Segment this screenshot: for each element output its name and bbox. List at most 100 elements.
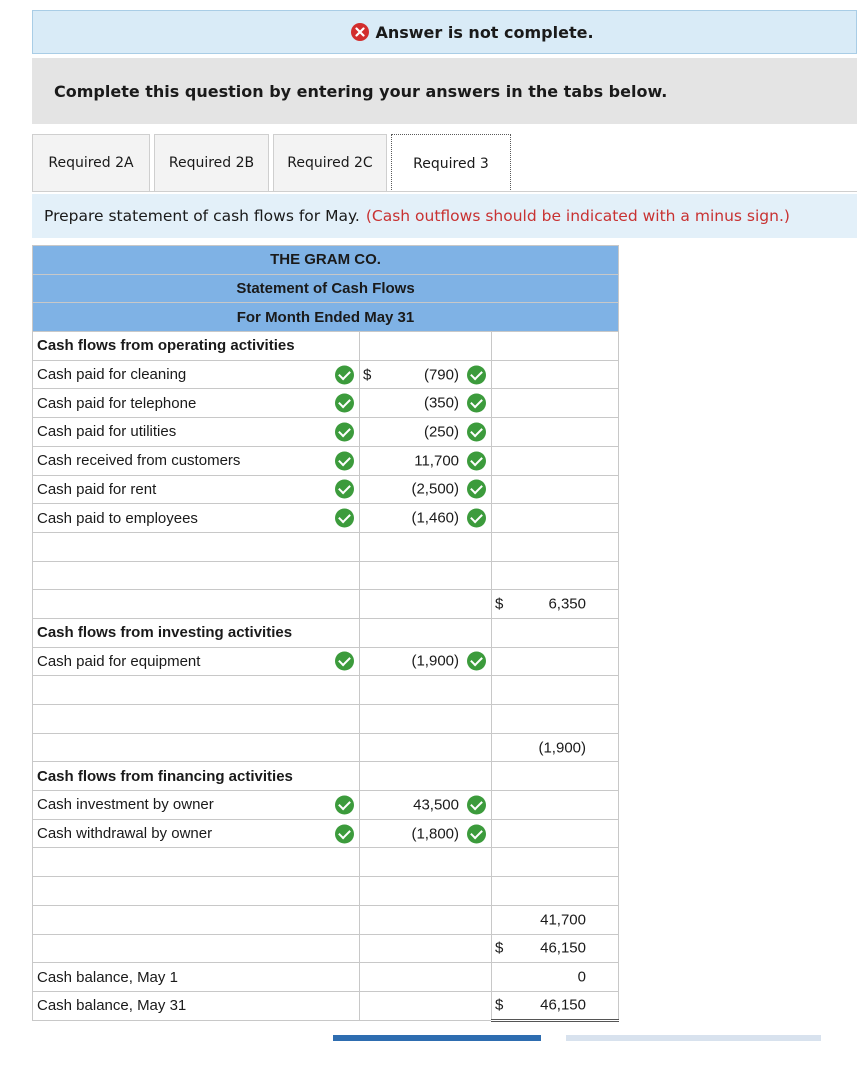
amount-input[interactable] [359, 990, 492, 1021]
amount-input[interactable] [359, 732, 492, 763]
investing-total[interactable]: (1,900) [491, 732, 619, 763]
currency-symbol: $ [363, 366, 372, 384]
total-cell[interactable] [491, 531, 619, 562]
amount-input[interactable]: $ (790) [359, 359, 492, 390]
total-cell[interactable] [491, 675, 619, 705]
table-row: Cash paid for equipment (1,900) [32, 646, 619, 677]
check-icon [335, 393, 354, 413]
prev-tab-button[interactable] [333, 1035, 541, 1041]
tab-required-2c[interactable]: Required 2C [273, 134, 387, 192]
amount-input[interactable] [359, 531, 492, 562]
check-icon [467, 479, 486, 499]
total-cell[interactable] [491, 876, 619, 906]
total-value: 41,700 [540, 911, 586, 929]
table-row: Cash balance, May 1 0 [32, 962, 619, 992]
amount-input[interactable]: (350) [359, 388, 492, 419]
amount-input[interactable]: (250) [359, 417, 492, 447]
amount-input[interactable]: (1,800) [359, 818, 492, 849]
row-label: Cash paid for equipment [37, 652, 201, 670]
row-label: Cash withdrawal by owner [37, 825, 213, 843]
amount-input[interactable] [359, 704, 492, 734]
tab-required-3[interactable]: Required 3 [391, 134, 511, 192]
check-icon [467, 451, 486, 471]
amount-input[interactable]: (1,460) [359, 503, 492, 533]
ending-balance[interactable]: $46,150 [491, 990, 619, 1022]
currency-symbol: $ [495, 595, 504, 613]
amount-input[interactable] [359, 876, 492, 906]
total-cell[interactable] [491, 847, 619, 878]
total-value: 0 [577, 968, 586, 986]
label-input[interactable] [32, 933, 360, 964]
amount-value: (2,500) [411, 480, 459, 498]
total-value: (1,900) [538, 739, 586, 757]
amount-input[interactable] [359, 904, 492, 935]
company-name: THE GRAM CO. [32, 245, 619, 275]
amount-value: 43,500 [413, 796, 459, 814]
label-input[interactable] [32, 560, 360, 591]
check-icon [335, 365, 354, 385]
table-row [32, 704, 619, 734]
amount-input[interactable]: (1,900) [359, 646, 492, 677]
amount-input[interactable] [359, 962, 492, 992]
check-icon [335, 795, 354, 815]
label-input[interactable] [32, 589, 360, 619]
total-cell[interactable] [491, 417, 619, 447]
total-cell[interactable] [491, 388, 619, 419]
total-cell[interactable] [491, 818, 619, 849]
total-cell[interactable] [491, 646, 619, 677]
label-input[interactable] [32, 904, 360, 935]
table-row: 41,700 [32, 904, 619, 935]
beginning-balance-label[interactable]: Cash balance, May 1 [32, 962, 360, 992]
tab-divider [32, 191, 857, 192]
label-input[interactable] [32, 531, 360, 562]
tab-required-2b[interactable]: Required 2B [154, 134, 269, 192]
check-icon [467, 393, 486, 413]
total-cell[interactable] [491, 445, 619, 476]
x-icon [351, 23, 370, 41]
total-cell[interactable] [491, 359, 619, 390]
ending-balance-label[interactable]: Cash balance, May 31 [32, 990, 360, 1021]
total-cell[interactable] [491, 790, 619, 820]
label-input[interactable] [32, 675, 360, 705]
table-row: Cash withdrawal by owner (1,800) [32, 818, 619, 849]
currency-symbol: $ [495, 996, 504, 1014]
amount-input[interactable] [359, 847, 492, 878]
amount-value: (350) [423, 394, 459, 412]
amount-input[interactable]: (2,500) [359, 474, 492, 505]
financing-total[interactable]: 41,700 [491, 904, 619, 935]
total-cell[interactable] [491, 474, 619, 505]
total-cell[interactable] [491, 704, 619, 734]
label-input[interactable] [32, 876, 360, 906]
beginning-balance[interactable]: 0 [491, 962, 619, 992]
check-icon [335, 651, 354, 671]
row-label: Cash paid to employees [37, 509, 198, 527]
amount-input[interactable] [359, 933, 492, 964]
row-label: Cash paid for telephone [37, 394, 197, 412]
check-icon [335, 422, 354, 442]
table-row: Cash paid for utilities (250) [32, 417, 619, 447]
operating-total[interactable]: $6,350 [491, 589, 619, 619]
label-input[interactable] [32, 732, 360, 763]
next-tab-button[interactable] [566, 1035, 821, 1041]
banner-text: Answer is not complete. [375, 22, 594, 42]
table-row: Cash paid for rent (2,500) [32, 474, 619, 505]
cash-flow-statement: THE GRAM CO. Statement of Cash Flows For… [32, 245, 619, 1022]
check-icon [467, 651, 486, 671]
total-cell[interactable] [491, 560, 619, 591]
label-input[interactable] [32, 704, 360, 734]
check-icon [467, 508, 486, 528]
table-row [32, 876, 619, 906]
net-change-total[interactable]: $46,150 [491, 933, 619, 964]
amount-input[interactable] [359, 675, 492, 705]
amount-input[interactable] [359, 560, 492, 591]
amount-input[interactable] [359, 589, 492, 619]
table-row: $6,350 [32, 589, 619, 619]
check-icon [335, 824, 354, 844]
label-input[interactable] [32, 847, 360, 878]
amount-input[interactable]: 43,500 [359, 790, 492, 820]
tab-required-2a[interactable]: Required 2A [32, 134, 150, 192]
table-row: Cash paid to employees (1,460) [32, 503, 619, 533]
amount-input[interactable]: 11,700 [359, 445, 492, 476]
table-row: Cash balance, May 31 $46,150 [32, 990, 619, 1022]
total-cell[interactable] [491, 503, 619, 533]
